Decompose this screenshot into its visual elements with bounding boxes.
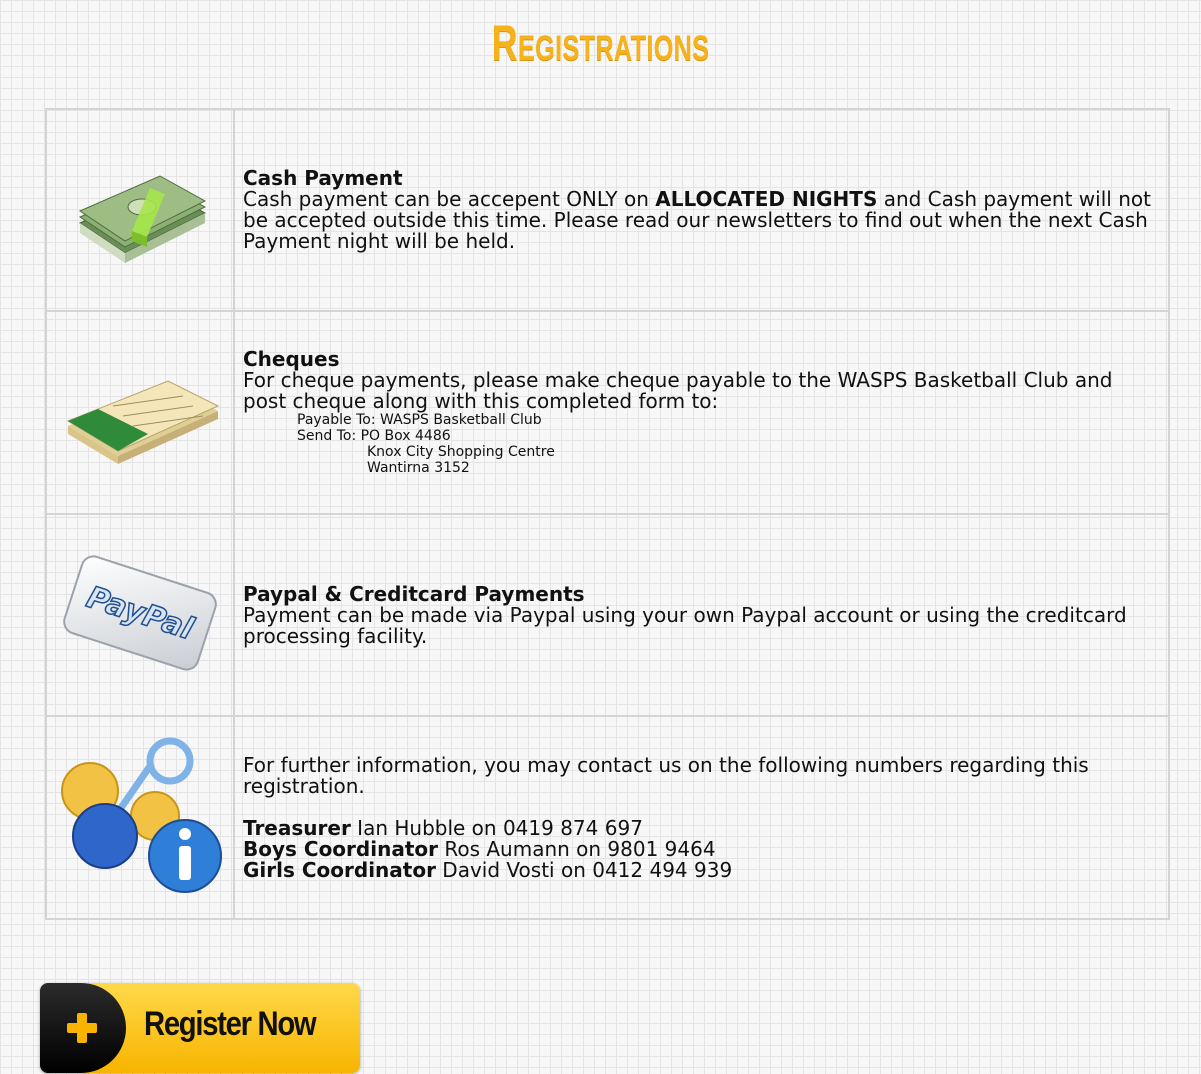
register-now-label: Register Now	[144, 1005, 317, 1043]
contact-role: Girls Coordinator	[243, 857, 436, 882]
page-title: Registrations	[491, 15, 710, 71]
contact-boys-coordinator: Boys Coordinator Ros Aumann on 9801 9464	[243, 838, 1160, 860]
table-row: PayPal Paypal & Creditcard Payments Paym…	[45, 513, 1170, 717]
payment-options-table: Cash Payment Cash payment can be accepen…	[45, 108, 1170, 920]
cheque-payable-to: Payable To: WASPS Basketball Club	[297, 412, 542, 428]
cheque-book-icon	[66, 379, 220, 464]
cheque-send-to: Send To: PO Box 4486	[297, 428, 451, 444]
contact-detail: David Vosti on 0412 494 939	[435, 857, 733, 882]
cheques-heading: Cheques	[243, 347, 340, 371]
cheque-address-line2: Knox City Shopping Centre	[367, 444, 555, 460]
contact-intro: For further information, you may contact…	[243, 752, 1089, 798]
paypal-text: Payment can be made via Paypal using you…	[243, 602, 1127, 648]
paypal-card-icon: PayPal	[63, 555, 217, 671]
info-icon	[61, 737, 222, 893]
table-row: Cash Payment Cash payment can be accepen…	[45, 108, 1170, 312]
cheques-cell: Cheques For cheque payments, please make…	[233, 310, 1170, 515]
table-row: For further information, you may contact…	[45, 715, 1170, 920]
cheque-address-line3: Wantirna 3152	[367, 460, 470, 476]
table-row: Cheques For cheque payments, please make…	[45, 310, 1170, 515]
contact-cell: For further information, you may contact…	[233, 715, 1170, 920]
paypal-cell: Paypal & Creditcard Payments Payment can…	[233, 513, 1170, 717]
contact-treasurer: Treasurer Ian Hubble on 0419 874 697	[243, 817, 1160, 839]
cheques-text: For cheque payments, please make cheque …	[243, 368, 1113, 413]
plus-icon	[67, 1013, 97, 1043]
contact-girls-coordinator: Girls Coordinator David Vosti on 0412 49…	[243, 857, 1160, 882]
paypal-heading: Paypal & Creditcard Payments	[243, 581, 585, 606]
cash-payment-cell: Cash Payment Cash payment can be accepen…	[233, 108, 1170, 312]
register-now-button[interactable]: Register Now	[40, 983, 360, 1073]
cash-payment-heading: Cash Payment	[243, 166, 403, 190]
cash-icon	[78, 175, 207, 263]
